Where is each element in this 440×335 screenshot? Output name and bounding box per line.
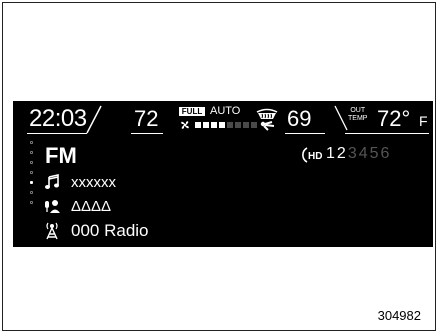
page-dot	[30, 171, 33, 174]
full-badge: FULL	[179, 107, 205, 116]
figure-frame: 22:03 72 FULL AUTO 69 OUT TEMP 72° F FM …	[2, 2, 436, 331]
page-dot	[30, 191, 33, 194]
auto-label: AUTO	[210, 105, 241, 117]
clock-underline	[27, 133, 87, 134]
preset-number: 1	[326, 145, 337, 162]
outside-divider-icon	[334, 105, 348, 131]
song-title: xxxxxx	[71, 174, 116, 191]
preset-number: 2	[336, 145, 348, 162]
preset-number: 3	[347, 145, 359, 162]
radio-band: FM	[45, 143, 77, 168]
multi-function-display: 22:03 72 FULL AUTO 69 OUT TEMP 72° F FM …	[13, 101, 433, 247]
antenna-icon	[46, 222, 58, 240]
clock: 22:03	[29, 105, 87, 132]
passenger-temp-underline	[285, 133, 325, 134]
outside-temp-unit: F	[419, 113, 428, 129]
preset-numbers: 123456	[326, 144, 391, 164]
outside-temp: 72°	[377, 106, 411, 131]
fan-speed-segment	[219, 122, 225, 128]
preset-number: 4	[358, 145, 370, 162]
figure-code: 304982	[377, 308, 421, 323]
fan-speed-segment	[243, 122, 249, 128]
station-name: 000 Radio	[71, 221, 149, 240]
fan-speed-segment	[227, 122, 233, 128]
passenger-temp: 69	[287, 106, 312, 131]
artist-name: ΔΔΔΔ	[71, 198, 112, 215]
driver-temp-underline	[131, 133, 163, 134]
outside-temp-label: OUT TEMP	[348, 107, 368, 122]
fan-speed-bar	[195, 122, 257, 128]
driver-temp: 72	[134, 106, 159, 131]
preset-number: 6	[380, 145, 392, 162]
page-dot-active	[30, 181, 33, 184]
svg-text:HD: HD	[308, 151, 322, 162]
preset-number: 5	[369, 145, 381, 162]
page-dot	[30, 201, 33, 204]
page-dot	[30, 141, 33, 144]
defrost-icon	[256, 108, 278, 131]
artist-icon	[45, 200, 60, 213]
hd-radio-icon: HD	[302, 147, 322, 163]
outside-temp-underline	[345, 133, 429, 134]
fan-speed-segment	[195, 122, 201, 128]
music-note-icon	[45, 174, 59, 189]
fan-speed-segment	[211, 122, 217, 128]
fan-speed-segment	[203, 122, 209, 128]
page-indicator	[30, 141, 36, 211]
page-dot	[30, 161, 33, 164]
divider-slash-icon	[86, 105, 102, 134]
fan-speed-segment	[235, 122, 241, 128]
fan-icon	[181, 121, 189, 129]
page-dot	[30, 151, 33, 154]
